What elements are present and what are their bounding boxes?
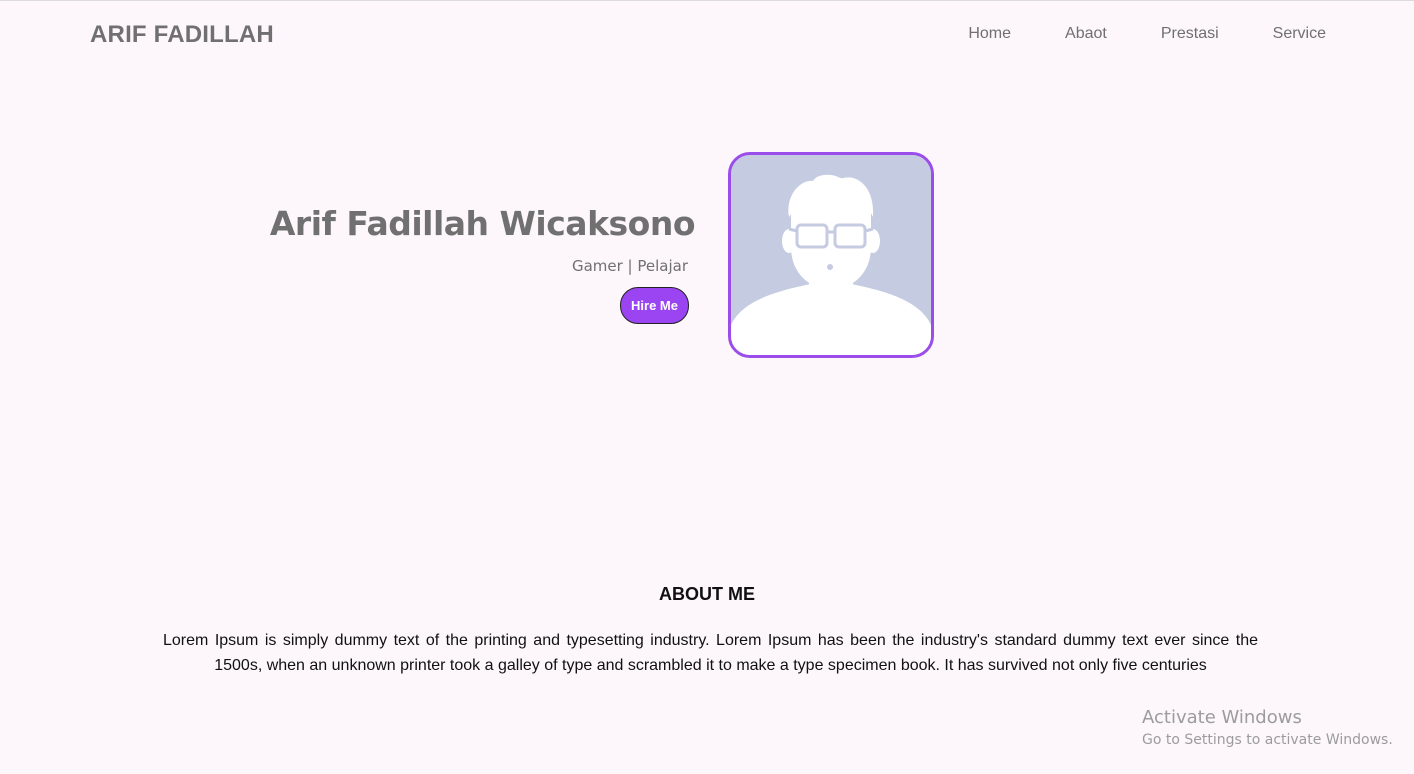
hero-role: Gamer | Pelajar bbox=[571, 257, 688, 275]
about-heading: ABOUT ME bbox=[659, 584, 755, 604]
windows-activation-watermark: Activate Windows Go to Settings to activ… bbox=[1142, 707, 1393, 750]
nav-link-abaot[interactable]: Abaot bbox=[1065, 25, 1107, 43]
nav-link-prestasi[interactable]: Prestasi bbox=[1161, 25, 1219, 43]
activate-windows-title: Activate Windows bbox=[1142, 707, 1302, 728]
about-paragraph: Lorem Ipsum is simply dummy text of the … bbox=[163, 632, 1258, 674]
default-user-avatar-icon bbox=[731, 155, 931, 355]
nav-link-home[interactable]: Home bbox=[968, 25, 1011, 43]
hero-name: Arif Fadillah Wicaksono bbox=[269, 204, 696, 243]
main-nav: Home Abaot Prestasi Service bbox=[914, 25, 1326, 43]
profile-avatar bbox=[728, 152, 934, 358]
site-logo[interactable]: ARIF FADILLAH bbox=[90, 21, 274, 49]
hire-me-button[interactable]: Hire Me bbox=[620, 287, 689, 324]
activate-windows-subtitle: Go to Settings to activate Windows. bbox=[1142, 732, 1393, 748]
nav-link-service[interactable]: Service bbox=[1273, 25, 1326, 43]
